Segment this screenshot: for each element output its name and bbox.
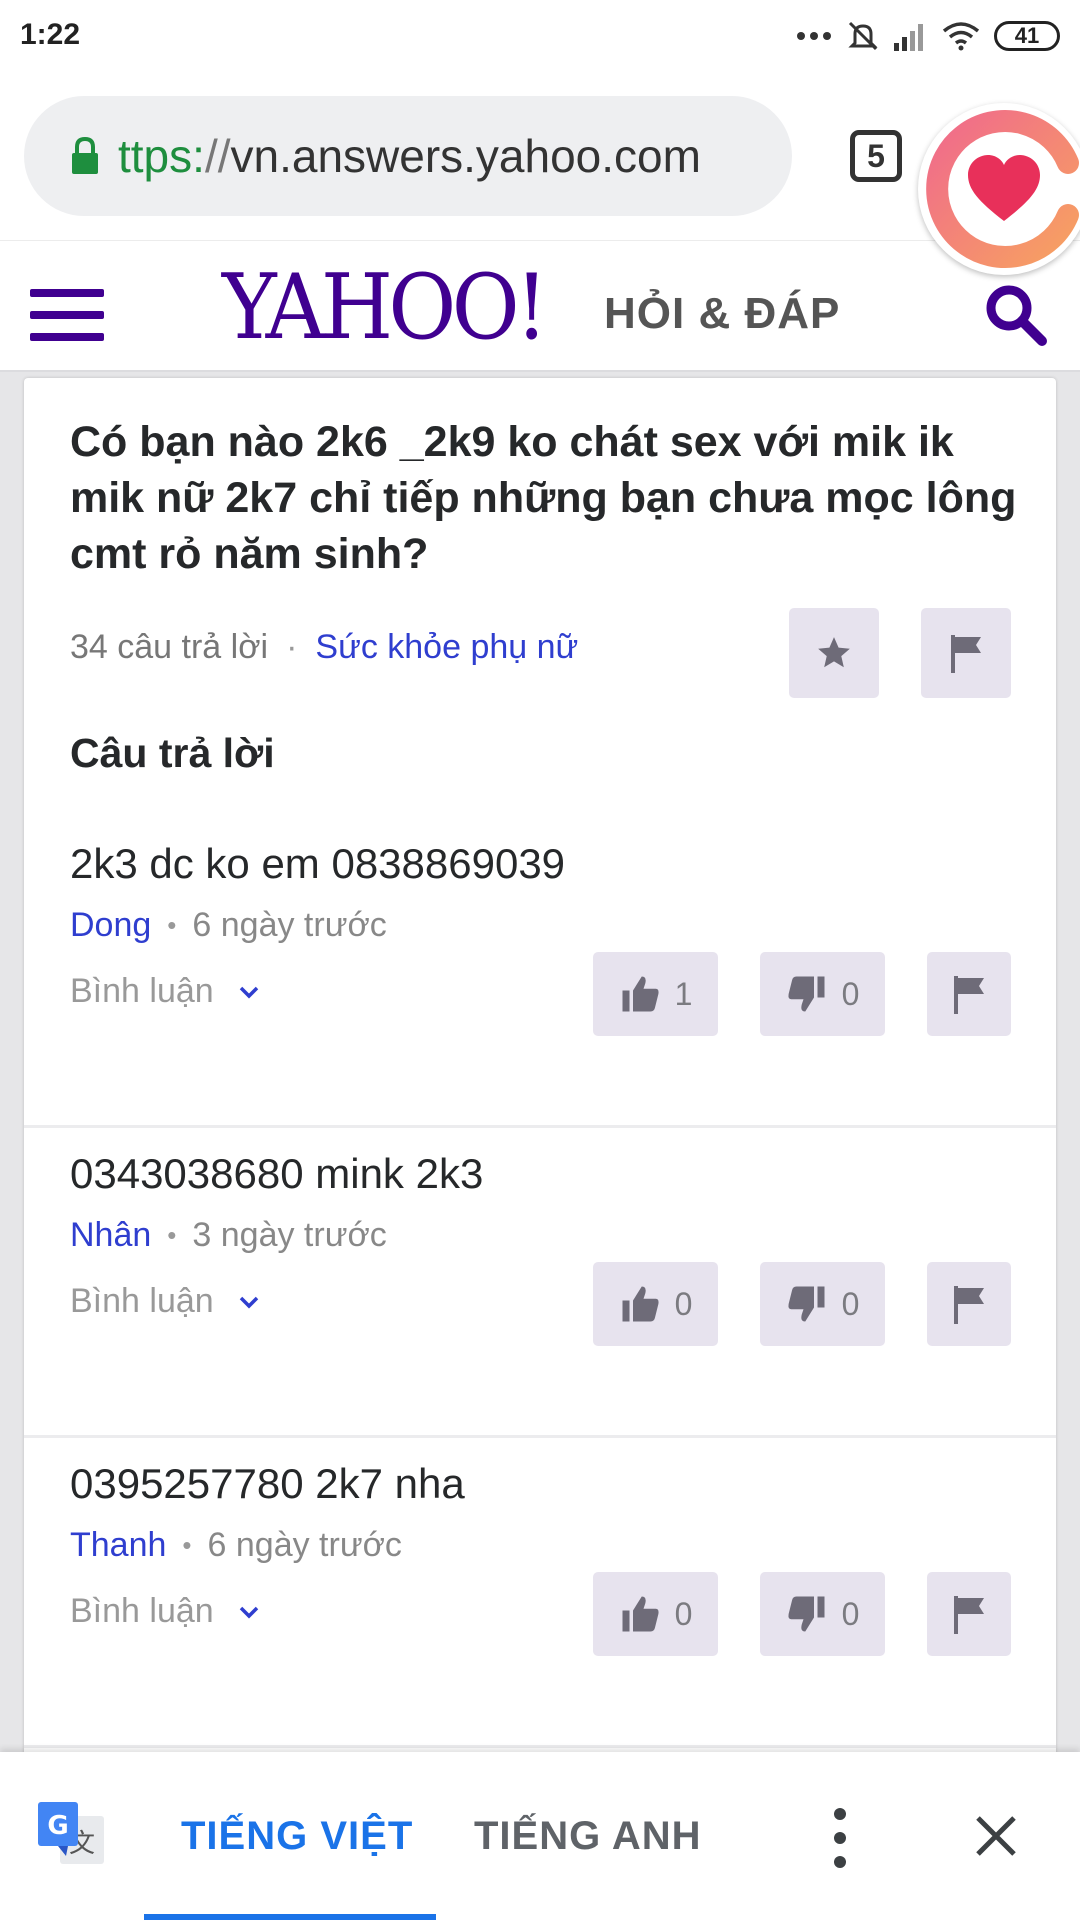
downvote-button[interactable]: 0 [760,952,885,1036]
flag-icon [954,1596,984,1634]
url-separator: // [204,130,231,182]
report-question-button[interactable] [921,608,1011,698]
status-time: 1:22 [20,18,81,51]
comment-label: Bình luận [70,1282,214,1320]
mute-bell-icon [848,21,878,51]
upvote-button[interactable]: 1 [593,952,718,1036]
meta-separator: · [286,628,298,666]
thumbs-down-icon [788,1286,825,1322]
comment-toggle[interactable]: Bình luận [70,1282,260,1321]
report-answer-button[interactable] [927,1262,1011,1346]
report-answer-button[interactable] [927,1572,1011,1656]
url-scheme: ttps: [118,130,205,182]
answer-item: 2k3 dc ko em 0838869039 Dong • 6 ngày tr… [24,818,1056,1128]
address-bar[interactable]: ttps://vn.answers.yahoo.com [24,96,792,216]
answer-text: 0395257780 2k7 nha [70,1460,465,1507]
question-card: Có bạn nào 2k6 _2k9 ko chát sex với mik … [24,378,1056,1758]
downvote-button[interactable]: 0 [760,1572,885,1656]
downvote-count: 0 [841,1285,860,1322]
thumbs-up-icon [622,976,659,1012]
answers-heading: Câu trả lời [70,730,275,776]
chevron-down-icon [239,986,258,998]
answer-text: 0343038680 mink 2k3 [70,1150,484,1197]
tab-source-language[interactable]: TIẾNG VIỆT [181,1814,413,1859]
answer-time: 3 ngày trước [192,1216,387,1254]
comment-toggle[interactable]: Bình luận [70,972,260,1011]
question-meta: 34 câu trả lời · Sức khỏe phụ nữ [70,628,578,667]
url-text: ttps://vn.answers.yahoo.com [118,129,701,183]
chat-heart-icon [926,110,1079,268]
answer-count: 34 câu trả lời [70,628,269,666]
answer-divider [24,1745,1056,1748]
flag-icon [951,635,981,673]
answer-author[interactable]: Nhân [70,1216,151,1255]
answer-meta: Thanh • 6 ngày trước [70,1526,402,1565]
thumbs-up-icon [622,1286,659,1322]
upvote-count: 0 [674,1595,693,1632]
upvote-button[interactable]: 0 [593,1572,718,1656]
upvote-count: 0 [674,1285,693,1322]
google-translate-icon: 文 G [38,1802,104,1864]
meta-separator: • [167,1220,177,1250]
status-bar: 1:22 41 [0,0,1080,72]
flag-icon [954,1286,984,1324]
close-icon[interactable] [972,1812,1020,1860]
yahoo-logo[interactable]: YAHOO! [222,255,548,360]
more-dots-icon [797,32,831,40]
signal-icon [894,24,923,51]
thumbs-down-icon [788,1596,825,1632]
status-icons: 41 [796,18,1060,54]
answer-meta: Nhân • 3 ngày trước [70,1216,387,1255]
answer-author[interactable]: Dong [70,906,151,945]
chat-bubble-button[interactable] [918,103,1080,275]
answer-meta: Dong • 6 ngày trước [70,906,387,945]
comment-toggle[interactable]: Bình luận [70,1592,260,1631]
url-host: vn.answers.yahoo.com [230,130,701,182]
comment-label: Bình luận [70,972,214,1010]
wifi-icon [942,22,980,51]
thumbs-up-icon [622,1596,659,1632]
thumbs-down-icon [788,976,825,1012]
downvote-button[interactable]: 0 [760,1262,885,1346]
star-button[interactable] [789,608,879,698]
upvote-count: 1 [674,975,693,1012]
active-tab-indicator [144,1914,436,1920]
answer-time: 6 ngày trước [207,1526,402,1564]
flag-icon [954,976,984,1014]
answer-text: 2k3 dc ko em 0838869039 [70,840,566,887]
report-answer-button[interactable] [927,952,1011,1036]
upvote-button[interactable]: 0 [593,1262,718,1346]
category-link[interactable]: Sức khỏe phụ nữ [315,628,578,667]
chevron-down-icon [239,1606,258,1618]
star-icon [818,637,850,668]
tab-target-language[interactable]: TIẾNG ANH [474,1814,702,1859]
answer-item: 0343038680 mink 2k3 Nhân • 3 ngày trước … [24,1128,1056,1438]
site-subtitle: HỎI & ĐÁP [604,289,841,338]
lock-icon [72,136,98,174]
tab-switcher-button[interactable]: 5 [850,130,902,182]
search-icon[interactable] [982,281,1048,347]
more-vert-icon[interactable] [824,1808,856,1868]
meta-separator: • [182,1530,192,1560]
chevron-down-icon [239,1296,258,1308]
answer-item: 0395257780 2k7 nha Thanh • 6 ngày trước … [24,1438,1056,1748]
answer-time: 6 ngày trước [192,906,387,944]
meta-separator: • [167,910,177,940]
downvote-count: 0 [841,1595,860,1632]
comment-label: Bình luận [70,1592,214,1630]
svg-text:G: G [47,1811,68,1841]
battery-indicator: 41 [994,21,1060,51]
downvote-count: 0 [841,975,860,1012]
menu-icon[interactable] [30,289,104,341]
translate-bar: 文 G TIẾNG VIỆT TIẾNG ANH [0,1752,1080,1920]
question-title: Có bạn nào 2k6 _2k9 ko chát sex với mik … [70,418,1017,578]
answer-author[interactable]: Thanh [70,1526,166,1565]
